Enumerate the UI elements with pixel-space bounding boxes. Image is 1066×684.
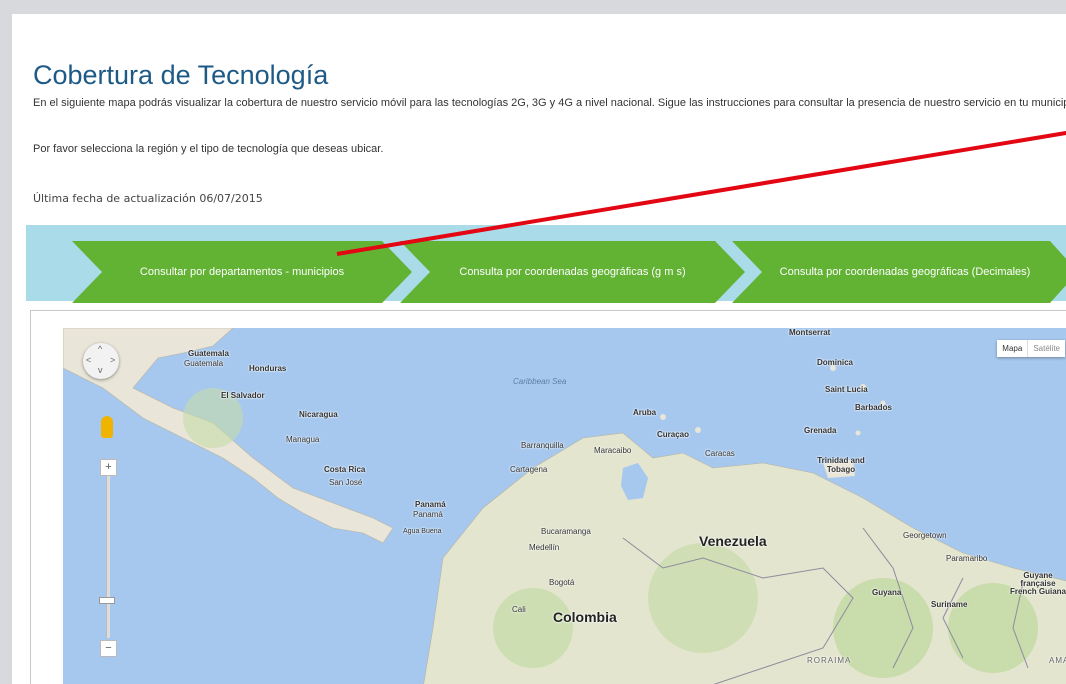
map-label-honduras: Honduras [249,364,287,373]
map-label-guatemala-city: Guatemala [184,359,224,368]
map-label-costa-rica: Costa Rica [324,465,366,474]
map-type-control: Mapa Satélite [997,340,1065,357]
map-frame: Guatemala Guatemala Honduras El Salvador… [30,310,1066,684]
map-label-cali: Cali [512,605,526,614]
zoom-out-button[interactable]: − [100,640,117,657]
map-label-nicaragua: Nicaragua [299,410,338,419]
map-label-caracas: Caracas [705,449,735,458]
pan-right-icon[interactable]: > [110,355,115,365]
map-type-satellite-button[interactable]: Satélite [1027,340,1065,357]
map-label-curacao: Curaçao [657,430,690,439]
map-label-guyana: Guyana [872,588,902,597]
pan-control[interactable]: ^ < > v [83,343,119,379]
pan-down-icon[interactable]: v [98,365,103,375]
map-label-dominica: Dominica [817,358,854,367]
zoom-slider-track[interactable] [106,476,110,638]
map-label-bucaramanga: Bucaramanga [541,527,591,536]
map-label-guatemala-country: Guatemala [188,349,229,358]
street-view-pegman-icon[interactable] [101,416,113,438]
map-label-barbados: Barbados [855,403,892,412]
page: Cobertura de Tecnología En el siguiente … [12,14,1066,684]
map-label-amapa: AMAPÁ [1049,656,1066,665]
map-label-saint-lucia: Saint Lucia [825,385,868,394]
pan-up-icon[interactable]: ^ [98,344,102,354]
map-label-trinidad: Trinidad and Tobago [817,456,865,474]
map-label-san-jose: San José [329,478,363,487]
map-label-caribbean-sea: Caribbean Sea [513,377,567,386]
zoom-slider-handle[interactable] [99,597,115,604]
map-label-georgetown: Georgetown [903,531,947,540]
annotation-arrow [336,130,1066,256]
coverage-map[interactable]: Guatemala Guatemala Honduras El Salvador… [63,328,1066,684]
map-label-suriname: Suriname [931,600,968,609]
map-label-el-salvador: El Salvador [221,391,265,400]
map-label-cartagena: Cartagena [510,465,548,474]
map-label-paramaribo: Paramaribo [946,554,988,563]
map-label-bogota: Bogotá [549,578,575,587]
map-label-agua-buena: Agua Buena [403,528,442,535]
map-label-barranquilla: Barranquilla [521,441,564,450]
map-label-panama-city: Panamá [413,510,443,519]
map-label-panama-country: Panamá [415,500,446,509]
map-label-venezuela: Venezuela [699,533,767,549]
map-label-aruba: Aruba [633,408,657,417]
zoom-in-button[interactable]: + [100,459,117,476]
map-label-french-guiana: Guyane française French Guiana [1009,571,1066,596]
map-label-managua: Managua [286,435,320,444]
map-label-maracaibo: Maracaibo [594,446,632,455]
map-label-roraima: RORAIMA [807,656,852,665]
map-label-montserrat: Montserrat [789,328,831,337]
map-type-mapa-button[interactable]: Mapa [997,340,1027,357]
map-label-medellin: Medellín [529,543,560,552]
pan-left-icon[interactable]: < [86,355,91,365]
map-label-grenada: Grenada [804,426,837,435]
map-label-colombia: Colombia [553,609,617,625]
